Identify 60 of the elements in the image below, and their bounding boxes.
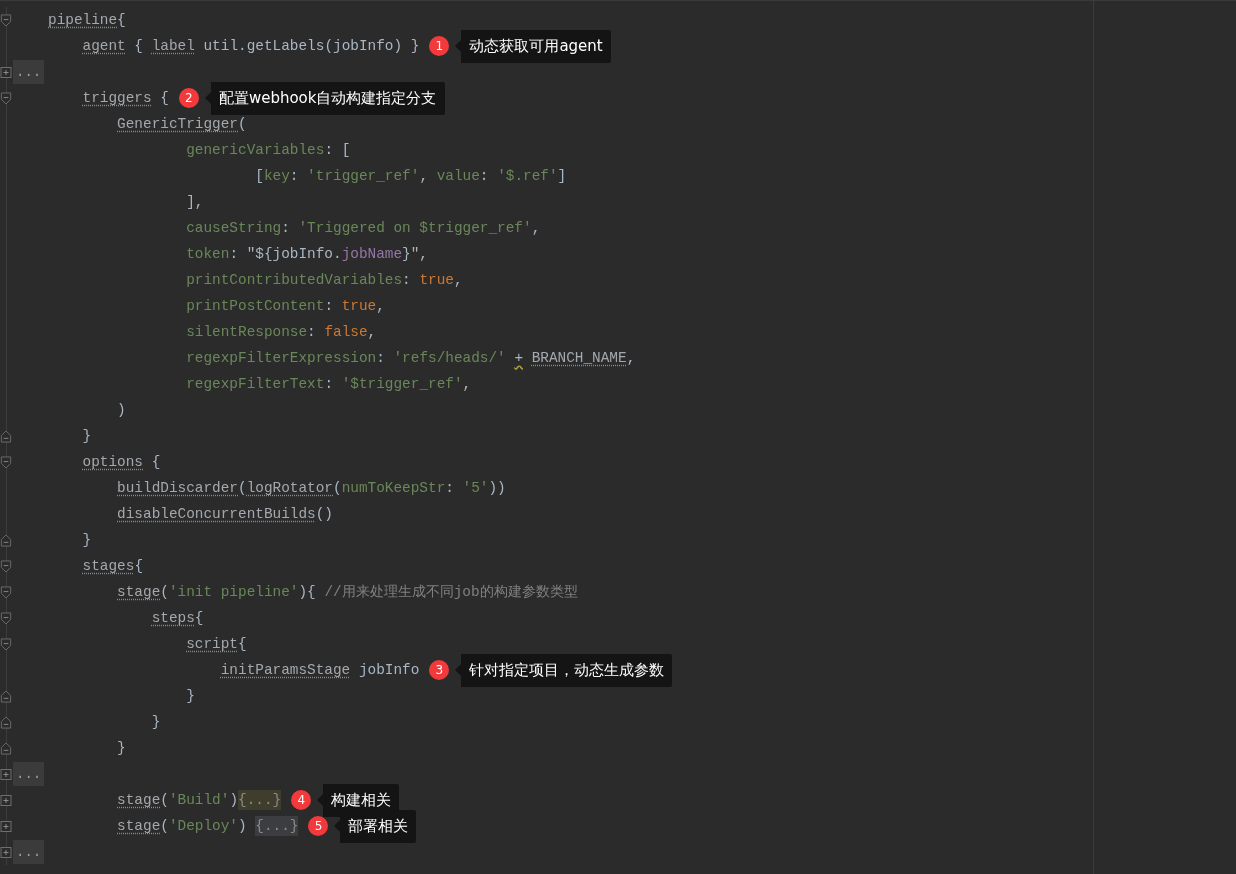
code-line: }: [117, 739, 126, 758]
code-line: triggers {: [82, 89, 169, 108]
fold-close-icon[interactable]: [0, 533, 12, 547]
fold-close-icon[interactable]: [0, 429, 12, 443]
code-line: ],: [186, 193, 204, 212]
fold-close-icon[interactable]: [0, 689, 12, 703]
fold-close-icon[interactable]: [0, 715, 12, 729]
step-number-badge: 3: [429, 660, 450, 680]
fold-expand-icon[interactable]: [0, 845, 12, 859]
collapsed-region-marker[interactable]: ...: [13, 840, 45, 864]
code-line: agent { label util.getLabels(jobInfo) }: [82, 37, 420, 56]
code-line: disableConcurrentBuilds(): [117, 505, 333, 524]
code-line: silentResponse: false,: [186, 323, 377, 342]
annotation-callout: 针对指定项目，动态生成参数: [455, 653, 673, 687]
code-line: token: "${jobInfo.jobName}",: [186, 245, 428, 264]
annotation-callout: 配置webhook自动构建指定分支: [204, 81, 445, 115]
code-line: initParamsStage jobInfo: [220, 661, 420, 680]
fold-open-icon[interactable]: [0, 611, 12, 625]
code-line: causeString: 'Triggered on $trigger_ref',: [186, 219, 541, 238]
annotation-callout: 构建相关: [317, 783, 400, 817]
code-line: }: [82, 531, 92, 550]
code-line: }: [82, 427, 92, 446]
code-line: stage('init pipeline'){ //用来处理生成不同job的构建参数类型: [117, 583, 578, 602]
annotation-callout: 动态获取可用agent: [455, 29, 611, 63]
step-number-badge: 5: [308, 816, 329, 836]
code-line: stage('Build'){...}: [117, 790, 282, 810]
step-number-badge: 1: [429, 36, 450, 56]
code-line: }: [186, 687, 195, 706]
code-line: ): [117, 401, 126, 420]
code-line: stage('Deploy') {...}: [117, 816, 299, 836]
code-line: printPostContent: true,: [186, 297, 385, 316]
fold-open-icon[interactable]: [0, 13, 12, 27]
step-number-badge: 2: [178, 88, 199, 108]
collapsed-region-marker[interactable]: ...: [13, 60, 45, 84]
fold-open-icon[interactable]: [0, 455, 12, 469]
fold-close-icon[interactable]: [0, 741, 12, 755]
collapsed-region-marker[interactable]: ...: [13, 762, 45, 786]
fold-open-icon[interactable]: [0, 637, 12, 651]
code-line: buildDiscarder(logRotator(numToKeepStr: '5')): [117, 479, 506, 498]
code-line: [key: 'trigger_ref', value: '$.ref']: [255, 167, 567, 186]
fold-expand-icon[interactable]: [0, 65, 12, 79]
code-line: genericVariables: [: [186, 141, 351, 160]
code-line: steps{: [151, 609, 204, 628]
fold-expand-icon[interactable]: [0, 767, 12, 781]
fold-open-icon[interactable]: [0, 585, 12, 599]
code-line: GenericTrigger(: [117, 115, 247, 134]
code-line: }: [151, 713, 161, 732]
fold-open-icon[interactable]: [0, 559, 12, 573]
code-line: stages{: [82, 557, 143, 576]
fold-expand-icon[interactable]: [0, 793, 12, 807]
code-line: script{: [186, 635, 247, 654]
code-line: regexpFilterExpression: 'refs/heads/' + BRANCH_NAME,: [186, 349, 636, 368]
code-line: pipeline{: [48, 11, 126, 30]
fold-expand-icon[interactable]: [0, 819, 12, 833]
code-line: printContributedVariables: true,: [186, 271, 463, 290]
code-line: regexpFilterText: '$trigger_ref',: [186, 375, 472, 394]
fold-open-icon[interactable]: [0, 91, 12, 105]
code-line: options {: [82, 453, 161, 472]
step-number-badge: 4: [291, 790, 312, 810]
annotation-callout: 部署相关: [334, 809, 417, 843]
